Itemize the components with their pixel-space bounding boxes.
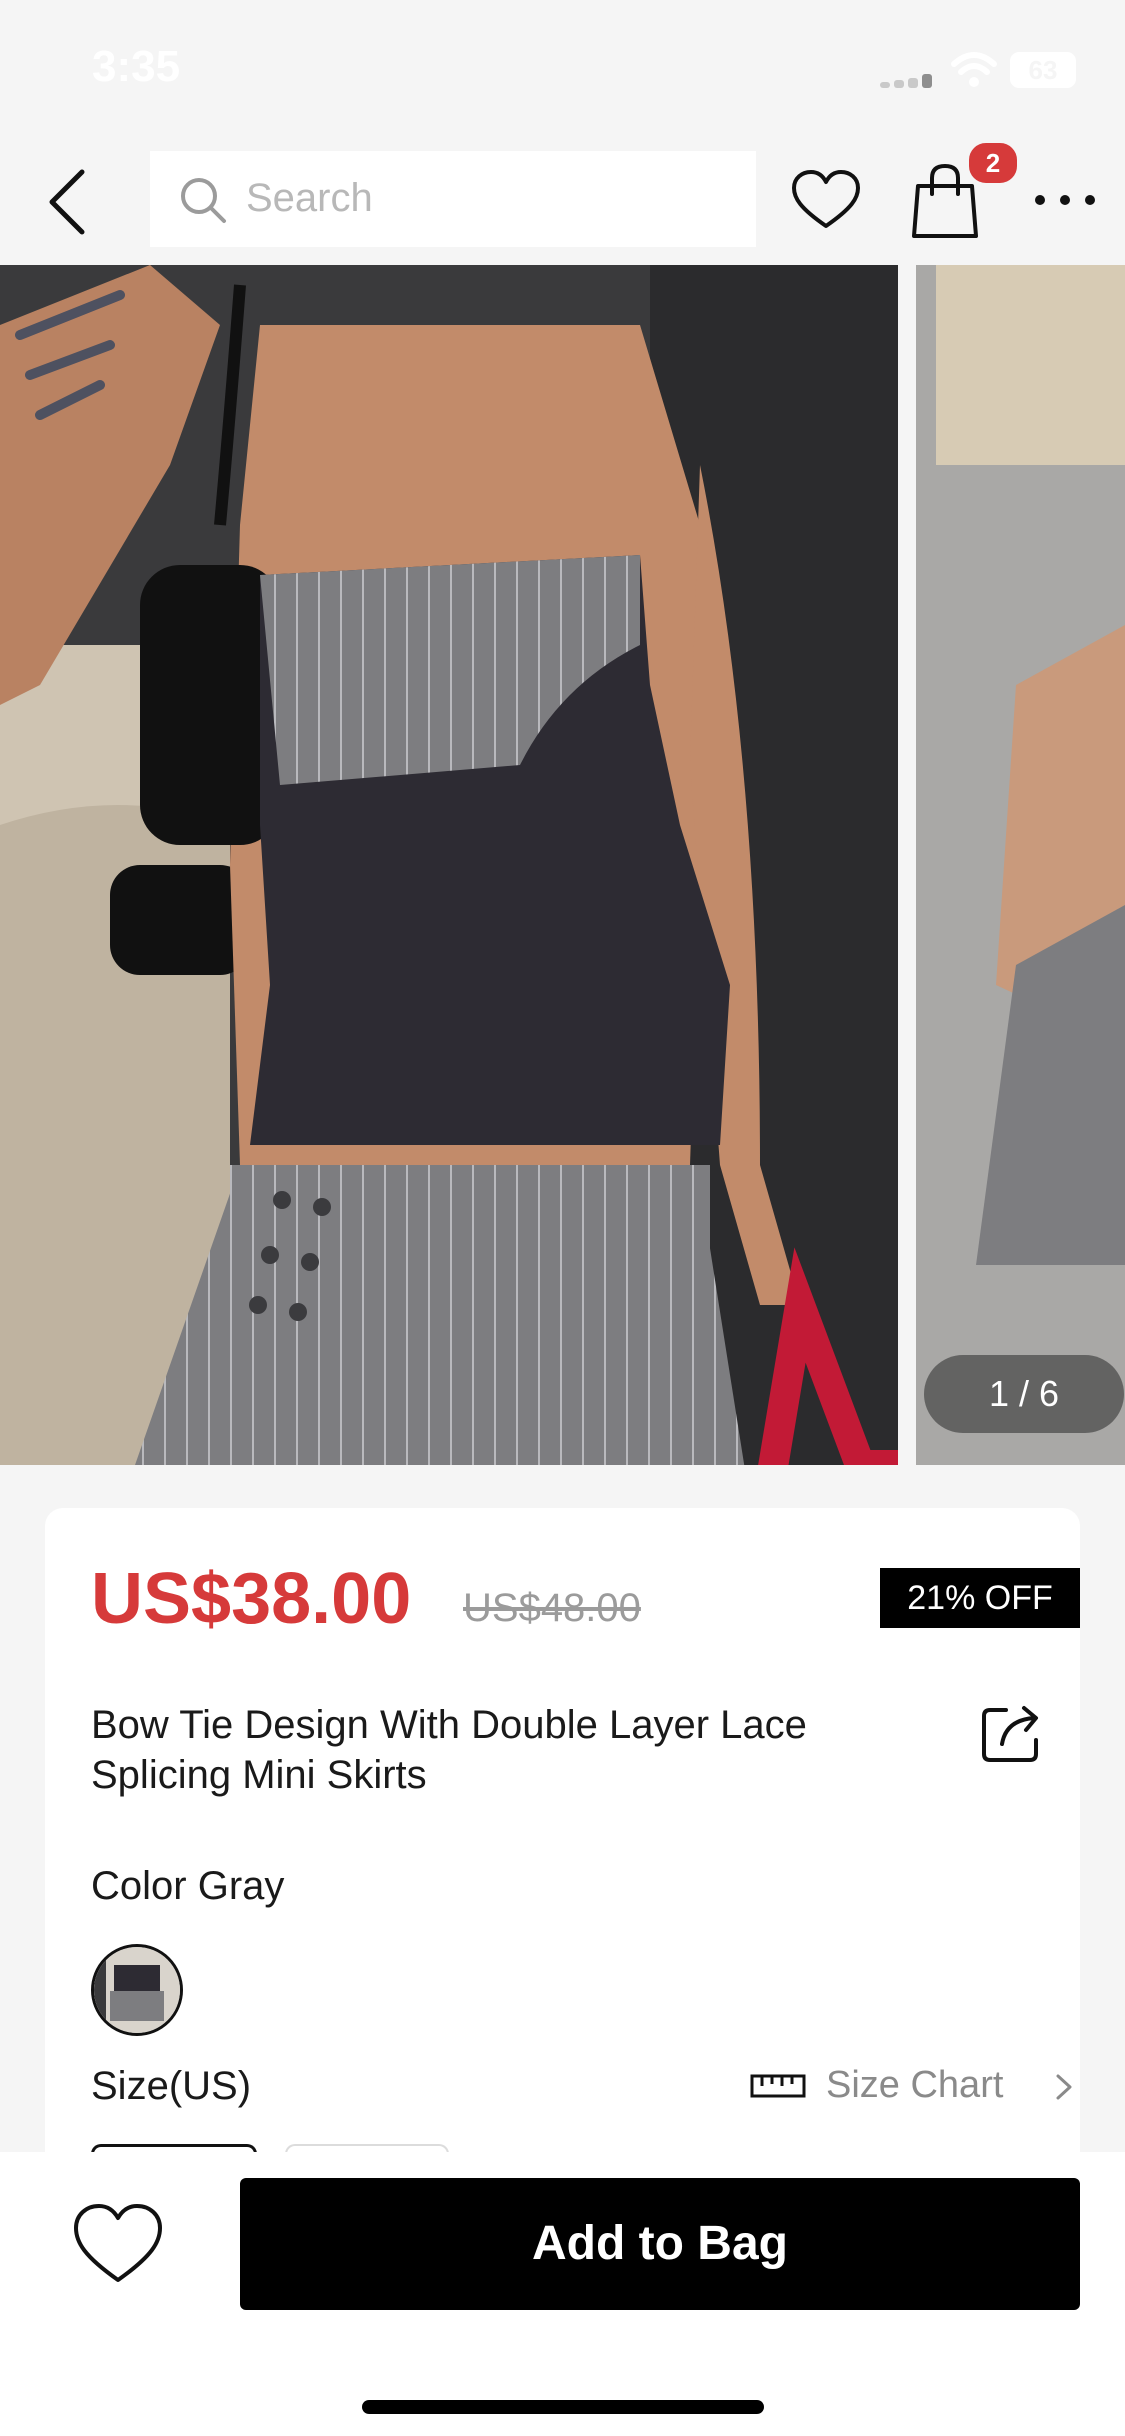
product-photo-next[interactable] [916, 265, 1125, 1465]
wishlist-heart-icon[interactable] [72, 2202, 164, 2286]
product-photo[interactable] [0, 265, 898, 1465]
top-nav: Search 2 [0, 140, 1125, 265]
more-icon[interactable] [1030, 180, 1100, 220]
add-to-bag-button[interactable]: Add to Bag [240, 2178, 1080, 2310]
share-icon[interactable] [980, 1700, 1044, 1764]
page-indicator: 1 / 6 [924, 1355, 1124, 1433]
ruler-icon [750, 2074, 806, 2098]
search-placeholder: Search [246, 176, 373, 220]
search-input[interactable]: Search [150, 151, 756, 247]
cart-count-badge: 2 [966, 140, 1020, 186]
color-swatch-gray[interactable] [91, 1944, 183, 2036]
product-detail-screen: 3:35 63 Search 2 1 / 6 US$38.00 US$48.00… [0, 0, 1125, 2436]
back-icon[interactable] [40, 162, 100, 242]
bottom-action-bar: Add to Bag [0, 2152, 1125, 2436]
status-time: 3:35 [92, 42, 181, 91]
status-bar: 3:35 63 [0, 0, 1125, 140]
color-label: Color Gray [91, 1864, 285, 1908]
chevron-right-icon [1056, 2074, 1072, 2100]
size-chart-label: Size Chart [826, 2064, 1004, 2106]
signal-icon [880, 72, 936, 88]
search-icon [181, 178, 226, 223]
discount-badge: 21% OFF [880, 1568, 1080, 1628]
size-label: Size(US) [91, 2064, 252, 2108]
original-price: US$48.00 [463, 1586, 641, 1630]
battery-indicator: 63 [1010, 52, 1076, 88]
home-indicator [362, 2400, 764, 2414]
product-image-gallery[interactable]: 1 / 6 [0, 265, 1125, 1465]
wifi-icon [951, 52, 997, 87]
sale-price: US$38.00 [91, 1559, 412, 1639]
heart-icon[interactable] [790, 168, 862, 232]
product-title: Bow Tie Design With Double Layer Lace Sp… [91, 1703, 807, 1797]
